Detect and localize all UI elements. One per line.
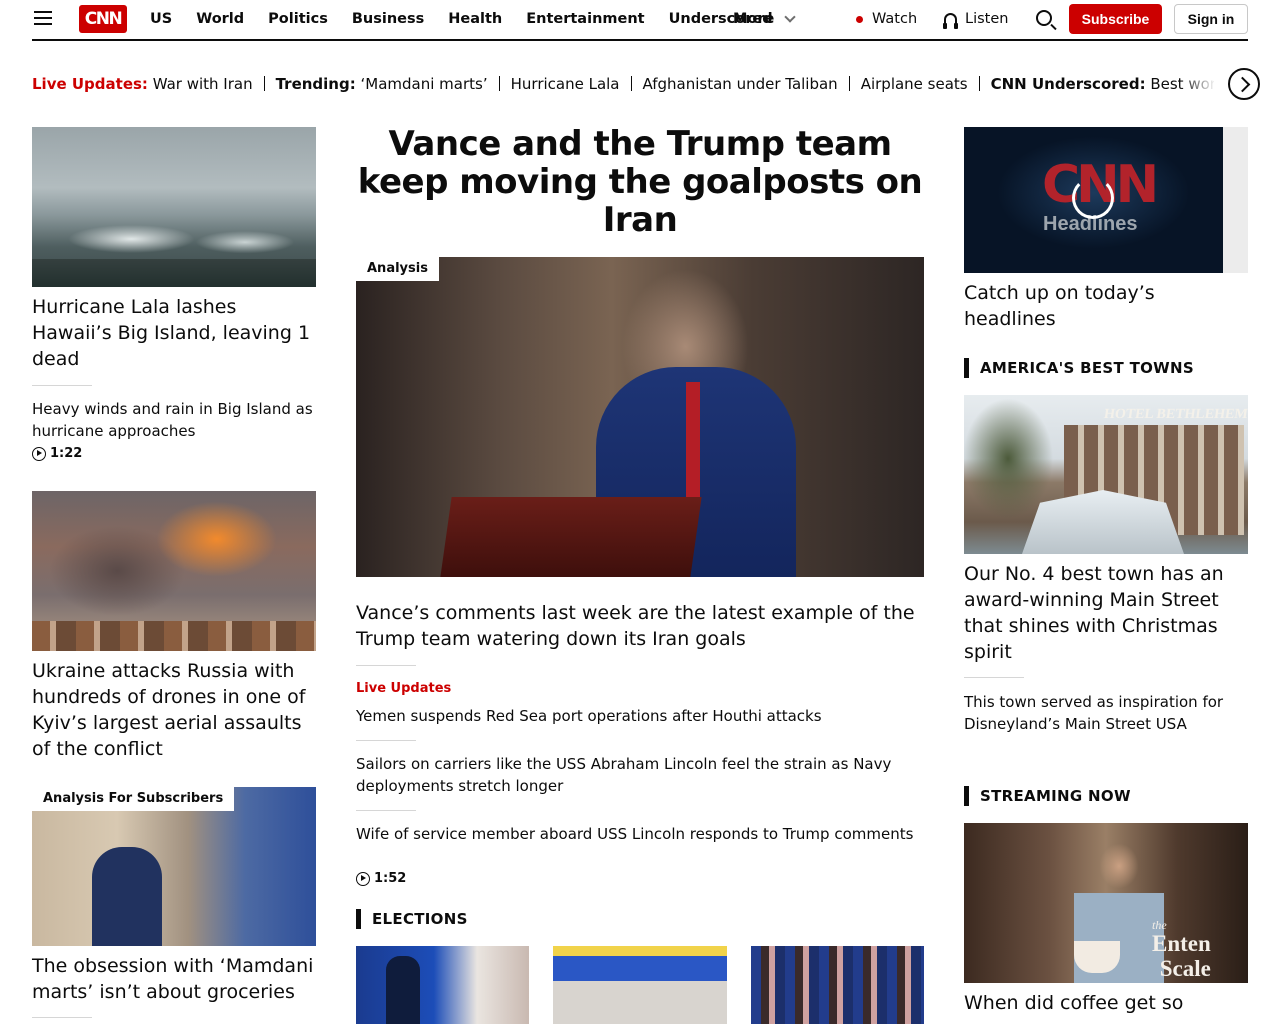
- yemen-link[interactable]: Yemen suspends Red Sea port operations a…: [356, 705, 924, 727]
- nav-more-label: More: [733, 11, 775, 27]
- enten-scale-image[interactable]: the Enten Scale: [964, 823, 1248, 983]
- divider: [978, 76, 980, 91]
- image-podium: [440, 497, 702, 577]
- hurricane-related-link[interactable]: Heavy winds and rain in Big Island as hu…: [32, 398, 316, 442]
- overlay-small-text: the: [1152, 918, 1167, 932]
- trending-next-button[interactable]: [1228, 68, 1260, 100]
- video-thumbnail: CNN Headlines: [964, 127, 1223, 273]
- main-headline[interactable]: Vance and the Trump team keep moving the…: [356, 125, 924, 239]
- nav-more-menu[interactable]: More: [733, 0, 797, 38]
- election-image-2[interactable]: [553, 946, 727, 1024]
- cnn-logo[interactable]: CNN: [79, 5, 127, 33]
- analysis-subscribers-tag: Analysis For Subscribers: [32, 786, 235, 811]
- menu-icon[interactable]: [34, 11, 52, 25]
- ukraine-headline[interactable]: Ukraine attacks Russia with hundreds of …: [32, 658, 316, 762]
- nav-links: US World Politics Business Health Entert…: [150, 0, 797, 38]
- divider: [32, 1017, 92, 1018]
- live-updates-label: Live Updates: [356, 681, 452, 696]
- overlay-line-2: Scale: [1159, 956, 1211, 981]
- divider: [356, 740, 416, 741]
- play-icon: [356, 871, 370, 886]
- divider: [32, 385, 92, 386]
- listen-link[interactable]: Listen: [943, 0, 1009, 38]
- video-duration: 1:52: [356, 871, 406, 886]
- election-image-1[interactable]: [356, 946, 529, 1024]
- sailors-link[interactable]: Sailors on carriers like the USS Abraham…: [356, 753, 924, 797]
- overlay-line-1: Enten: [1152, 931, 1211, 956]
- headlines-video-title[interactable]: Catch up on today’s headlines: [964, 280, 1248, 332]
- duration-text: 1:22: [50, 446, 83, 461]
- trending-label: Trending:: [275, 75, 356, 93]
- watch-link[interactable]: Watch: [856, 0, 917, 38]
- headphones-icon: [943, 12, 958, 29]
- trending-fade: [1180, 70, 1216, 98]
- loading-spinner-icon: [1072, 177, 1114, 219]
- trend-item-afghanistan[interactable]: Afghanistan under Taliban: [643, 75, 838, 93]
- divider: [848, 76, 850, 91]
- live-updates-text: War with Iran: [152, 75, 253, 93]
- duration-text: 1:52: [374, 871, 407, 886]
- watch-label: Watch: [872, 11, 918, 27]
- image-coffee-cup: [1074, 941, 1120, 973]
- best-town-headline[interactable]: Our No. 4 best town has an award-winning…: [964, 561, 1248, 665]
- hotel-image[interactable]: HOTEL BETHLEHEM: [964, 395, 1248, 554]
- chevron-down-icon: [784, 11, 797, 23]
- hurricane-image[interactable]: [32, 127, 316, 287]
- nav-link-health[interactable]: Health: [448, 11, 502, 27]
- divider: [498, 76, 500, 91]
- search-icon[interactable]: [1036, 10, 1052, 26]
- trend-item-airplane-seats[interactable]: Airplane seats: [861, 75, 968, 93]
- trend-item-hurricane[interactable]: Hurricane Lala: [511, 75, 620, 93]
- elections-section-title[interactable]: ELECTIONS: [356, 909, 468, 929]
- nav-link-entertainment[interactable]: Entertainment: [526, 11, 644, 27]
- nav-link-us[interactable]: US: [150, 11, 172, 27]
- divider: [356, 810, 416, 811]
- trend-live-updates[interactable]: Live Updates: War with Iran: [32, 75, 253, 93]
- vance-lead-headline[interactable]: Vance’s comments last week are the lates…: [356, 600, 924, 652]
- wife-service-member-link[interactable]: Wife of service member aboard USS Lincol…: [356, 823, 916, 845]
- play-icon: [32, 446, 46, 461]
- divider: [964, 677, 1024, 678]
- hotel-sign: HOTEL BETHLEHEM: [1102, 407, 1248, 422]
- nav-link-politics[interactable]: Politics: [268, 11, 328, 27]
- divider: [630, 76, 632, 91]
- trending-text: ‘Mamdani marts’: [360, 75, 488, 93]
- nav-link-business[interactable]: Business: [352, 11, 424, 27]
- underscored-label: CNN Underscored:: [990, 75, 1146, 93]
- drone-attack-image[interactable]: [32, 491, 316, 651]
- vance-image[interactable]: [356, 257, 924, 577]
- streaming-now-section-title[interactable]: STREAMING NOW: [964, 786, 1131, 806]
- nav-link-world[interactable]: World: [196, 11, 244, 27]
- image-detail: [686, 382, 700, 502]
- mamdani-headline[interactable]: The obsession with ‘Mamdani marts’ isn’t…: [32, 953, 322, 1005]
- trending-bar: Live Updates: War with Iran Trending: ‘Ma…: [32, 73, 1214, 95]
- subscribe-button[interactable]: Subscribe: [1069, 4, 1162, 34]
- trend-trending[interactable]: Trending: ‘Mamdani marts’: [276, 75, 488, 93]
- disneyland-related-link[interactable]: This town served as inspiration for Disn…: [964, 691, 1248, 735]
- live-updates-label: Live Updates:: [32, 75, 148, 93]
- divider: [356, 665, 416, 666]
- coffee-headline[interactable]: When did coffee get so: [964, 990, 1248, 1016]
- enten-scale-overlay: the Enten Scale: [1152, 919, 1211, 981]
- top-navigation: CNN US World Politics Business Health En…: [32, 0, 1248, 41]
- sign-in-button[interactable]: Sign in: [1174, 4, 1248, 34]
- video-duration: 1:22: [32, 446, 82, 461]
- election-image-3[interactable]: [751, 946, 924, 1024]
- live-dot-icon: [856, 15, 863, 23]
- divider: [263, 76, 265, 91]
- listen-label: Listen: [965, 11, 1009, 27]
- hurricane-headline[interactable]: Hurricane Lala lashes Hawaii’s Big Islan…: [32, 294, 316, 372]
- best-towns-section-title[interactable]: AMERICA'S BEST TOWNS: [964, 358, 1194, 378]
- analysis-tag: Analysis: [356, 256, 439, 281]
- cnn-headlines-video[interactable]: CNN Headlines: [964, 127, 1248, 273]
